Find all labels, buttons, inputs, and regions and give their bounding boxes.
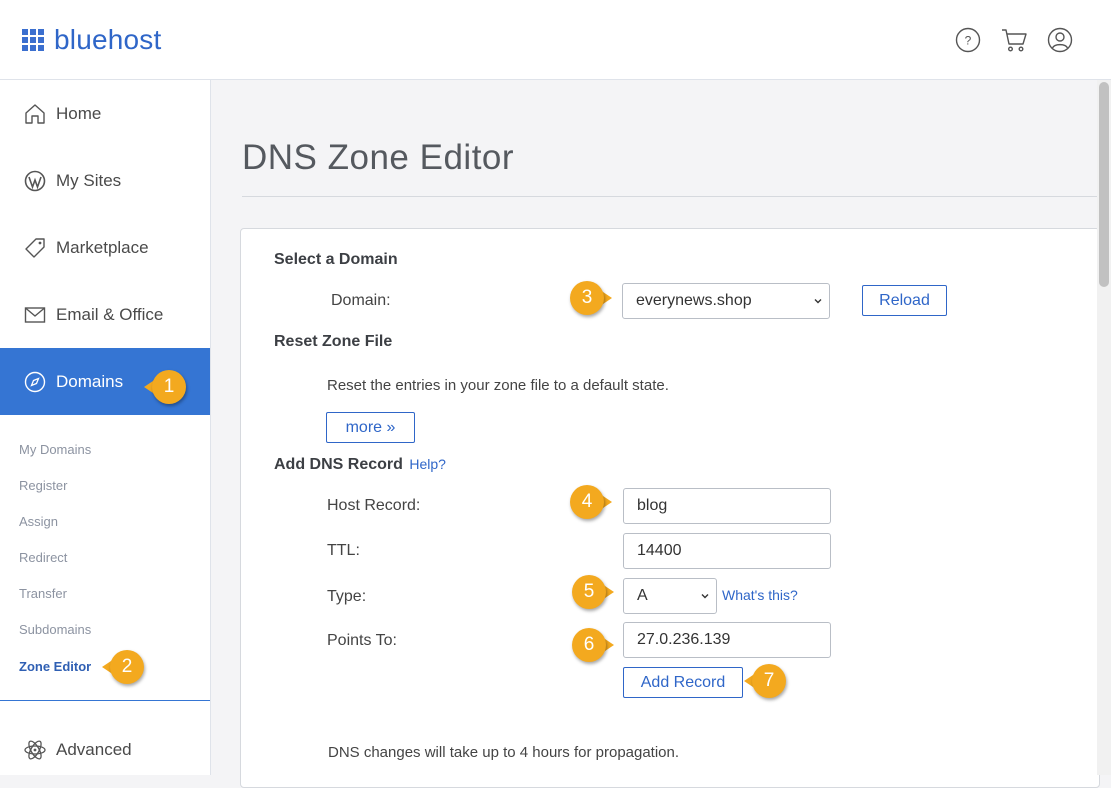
- user-icon[interactable]: [1047, 27, 1073, 53]
- cart-icon[interactable]: [1001, 27, 1027, 53]
- top-bar: bluehost ?: [0, 0, 1111, 80]
- step-badge-7: 7: [744, 664, 786, 698]
- type-select-value: A: [637, 587, 648, 604]
- points-to-label: Points To:: [327, 632, 397, 649]
- ttl-label: TTL:: [327, 542, 360, 559]
- whats-this-link[interactable]: What's this?: [722, 587, 798, 603]
- domain-select-value: everynews.shop: [636, 292, 752, 309]
- step-badge-4: 4: [570, 485, 612, 519]
- sidebar-item-email-office[interactable]: Email & Office: [0, 281, 210, 348]
- help-icon[interactable]: ?: [955, 27, 981, 53]
- reset-zone-heading: Reset Zone File: [274, 333, 393, 350]
- sidebar-divider: [0, 700, 210, 701]
- step-badge-6: 6: [572, 628, 614, 662]
- ttl-input[interactable]: 14400: [623, 533, 831, 569]
- add-record-title: Add DNS Record: [274, 456, 403, 473]
- sidebar-item-advanced[interactable]: Advanced: [0, 716, 210, 783]
- propagation-note: DNS changes will take up to 4 hours for …: [328, 744, 680, 761]
- sidebar-item-label: Marketplace: [56, 237, 149, 257]
- logo-grid-icon: [22, 29, 44, 51]
- chevron-down-icon: [701, 594, 709, 599]
- sub-item-zone-editor[interactable]: Zone Editor: [19, 659, 91, 674]
- home-icon: [23, 102, 47, 126]
- sub-item-register[interactable]: Register: [19, 478, 67, 493]
- select-domain-heading: Select a Domain: [274, 251, 398, 268]
- tag-icon: [23, 236, 47, 260]
- brand-name: bluehost: [54, 24, 162, 55]
- step-badge-2: 2: [102, 650, 144, 684]
- scrollbar-thumb[interactable]: [1099, 82, 1109, 287]
- sidebar-item-home[interactable]: Home: [0, 80, 210, 147]
- add-record-heading: Add DNS Record Help?: [274, 456, 446, 474]
- type-select[interactable]: A: [623, 578, 717, 614]
- sidebar-item-label: Domains: [56, 371, 124, 391]
- wordpress-icon: [23, 169, 47, 193]
- type-label: Type:: [327, 588, 367, 605]
- sub-item-my-domains[interactable]: My Domains: [19, 442, 91, 457]
- sidebar-item-label: Advanced: [56, 739, 132, 759]
- sidebar-item-label: My Sites: [56, 170, 122, 190]
- compass-icon: [23, 370, 47, 394]
- bluehost-logo[interactable]: bluehost: [22, 24, 161, 56]
- step-badge-3: 3: [570, 281, 612, 315]
- reload-button[interactable]: Reload: [862, 285, 947, 316]
- mail-icon: [23, 303, 47, 327]
- domain-label: Domain:: [331, 292, 391, 309]
- step-badge-1: 1: [144, 370, 186, 404]
- chevron-down-icon: [814, 299, 822, 304]
- sub-item-redirect[interactable]: Redirect: [19, 550, 67, 565]
- points-to-value: 27.0.236.139: [637, 631, 731, 648]
- help-link[interactable]: Help?: [409, 456, 446, 472]
- domain-select[interactable]: everynews.shop: [622, 283, 830, 319]
- sub-item-transfer[interactable]: Transfer: [19, 586, 67, 601]
- add-record-button[interactable]: Add Record: [623, 667, 743, 698]
- more-button[interactable]: more »: [326, 412, 415, 443]
- reset-zone-description: Reset the entries in your zone file to a…: [327, 377, 669, 394]
- title-divider: [242, 196, 1098, 197]
- host-record-label: Host Record:: [327, 497, 421, 514]
- page-title: DNS Zone Editor: [242, 138, 515, 177]
- sidebar-item-label: Email & Office: [56, 304, 164, 324]
- sub-item-assign[interactable]: Assign: [19, 514, 58, 529]
- points-to-input[interactable]: 27.0.236.139: [623, 622, 831, 658]
- svg-text:?: ?: [965, 34, 972, 48]
- sub-item-subdomains[interactable]: Subdomains: [19, 622, 91, 637]
- host-record-value: blog: [637, 497, 668, 514]
- sidebar-item-marketplace[interactable]: Marketplace: [0, 214, 210, 281]
- ttl-value: 14400: [637, 542, 682, 559]
- step-badge-5: 5: [572, 575, 614, 609]
- atom-icon: [23, 738, 47, 762]
- host-record-input[interactable]: blog: [623, 488, 831, 524]
- sidebar-item-my-sites[interactable]: My Sites: [0, 147, 210, 214]
- sidebar-item-label: Home: [56, 103, 102, 123]
